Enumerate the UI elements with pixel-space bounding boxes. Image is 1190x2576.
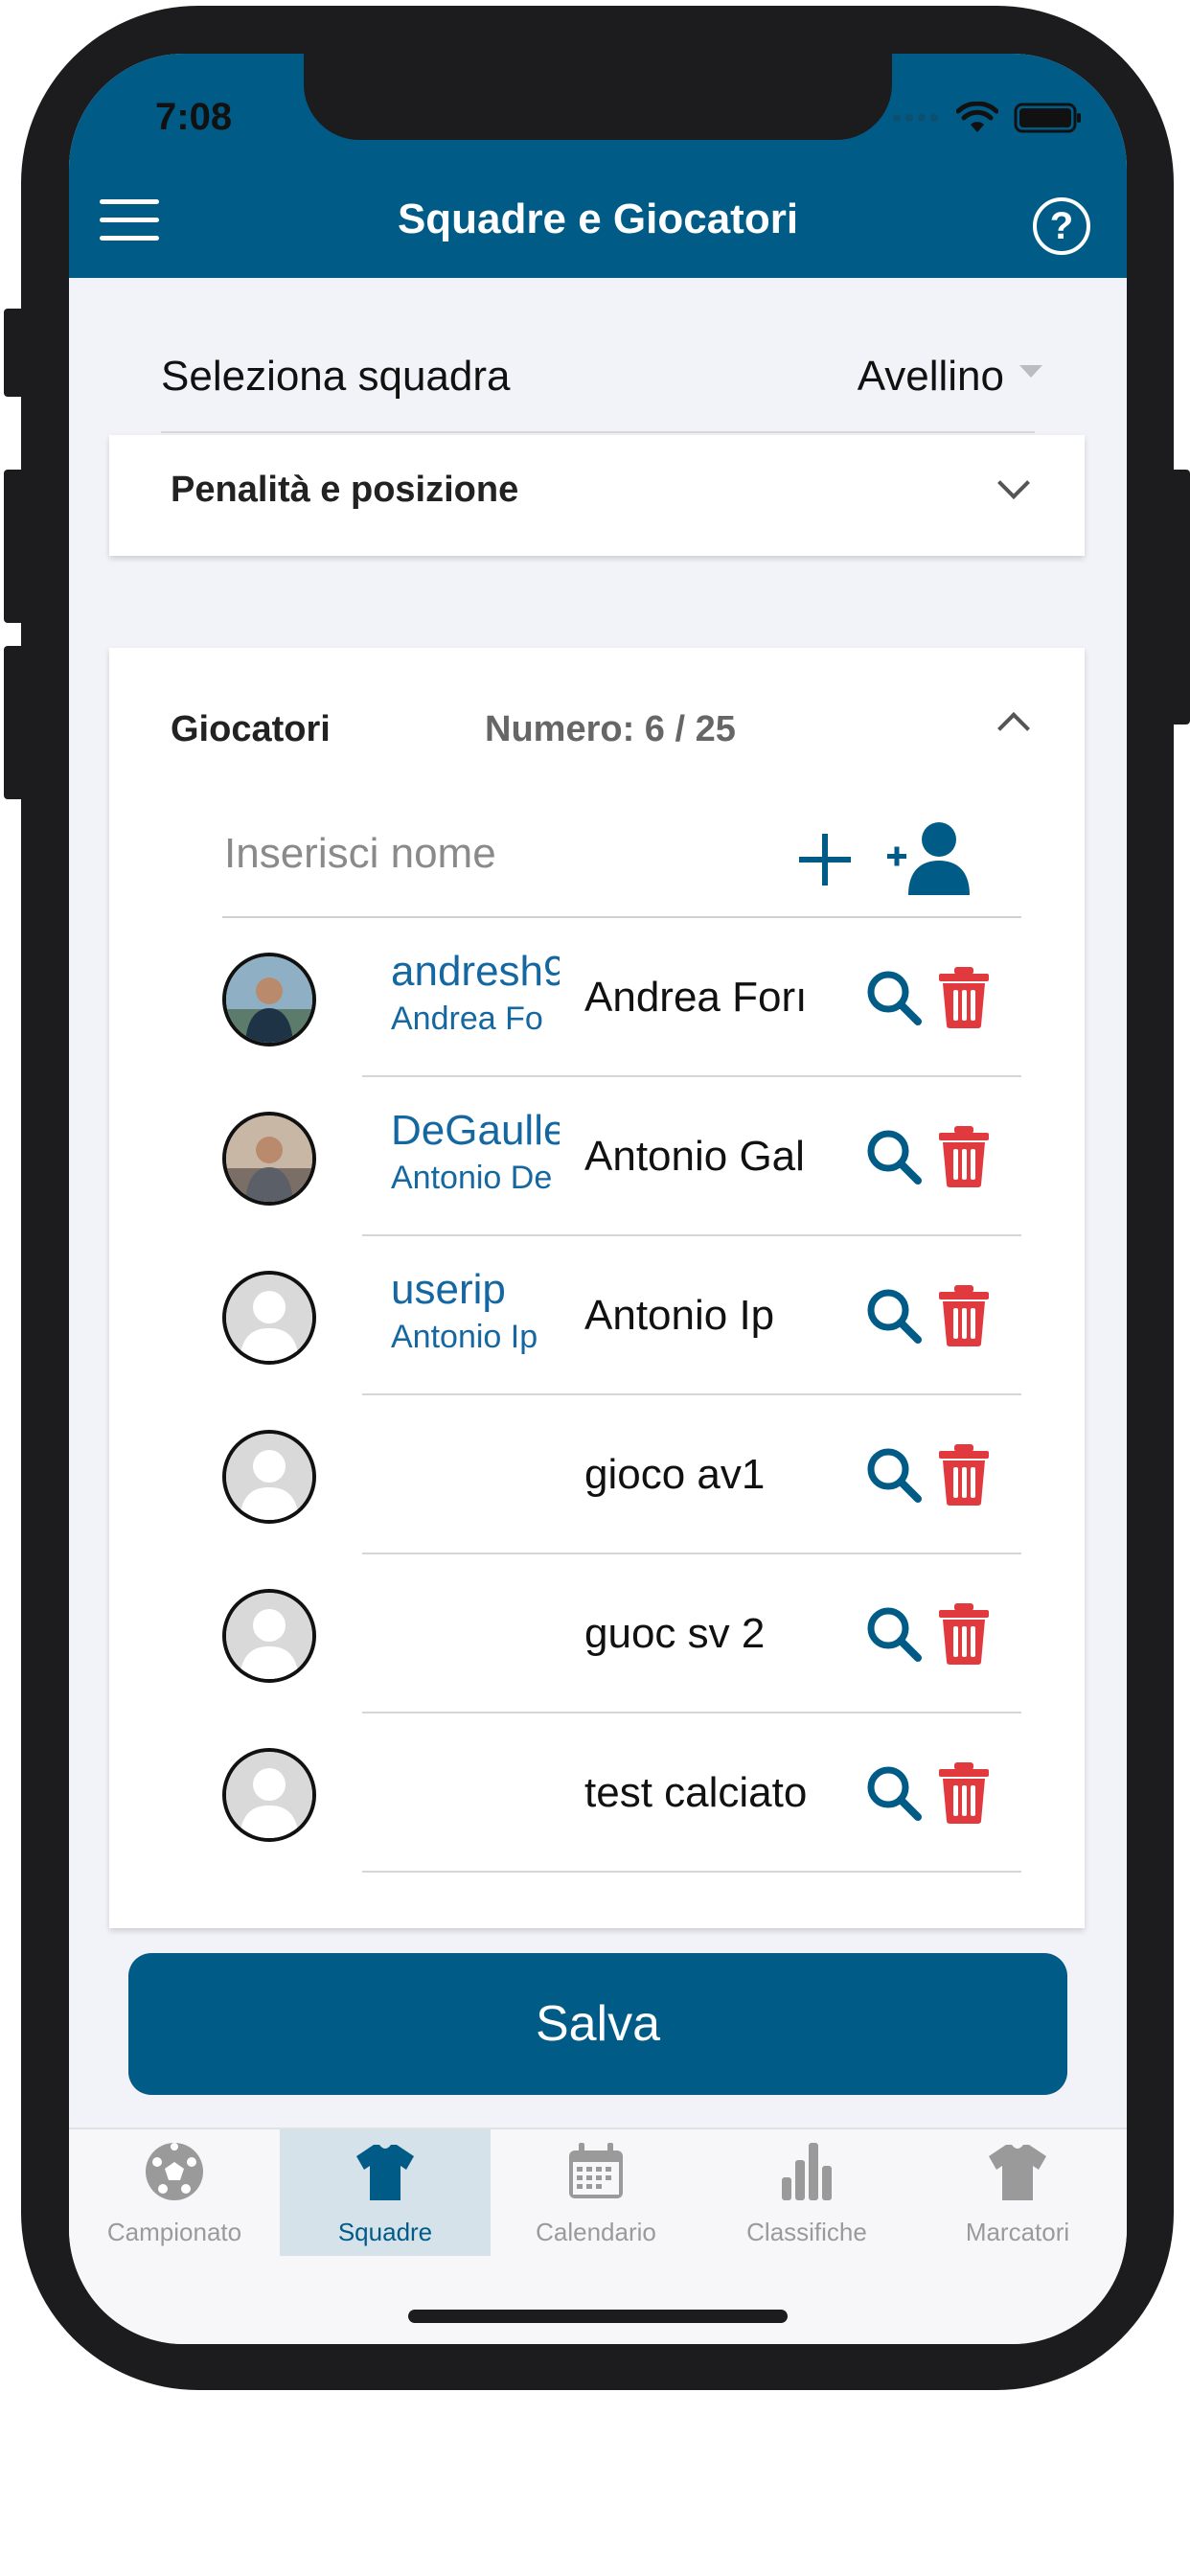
tab-classifiche[interactable]: Classifiche xyxy=(701,2129,912,2256)
tab-label: Calendario xyxy=(536,2218,656,2246)
player-row: test calciato xyxy=(109,1714,1085,1873)
add-user-icon[interactable] xyxy=(887,820,973,897)
avatar-placeholder-icon xyxy=(226,1752,312,1838)
trash-icon[interactable] xyxy=(937,966,991,1029)
player-row: DeGaulle Antonio De Antonio Gal xyxy=(109,1077,1085,1236)
bar-chart-icon xyxy=(782,2143,832,2200)
player-display-name: Antonio Ip xyxy=(584,1292,775,1339)
status-time: 7:08 xyxy=(155,96,233,138)
team-select-label: Seleziona squadra xyxy=(161,353,511,400)
player-display-name: gioco av1 xyxy=(584,1451,766,1498)
player-fullname: Antonio Ip xyxy=(391,1319,538,1355)
avatar xyxy=(222,1748,316,1842)
search-icon[interactable] xyxy=(864,1763,924,1823)
player-username: andresh9 xyxy=(391,948,560,995)
search-icon[interactable] xyxy=(864,1604,924,1664)
add-icon[interactable] xyxy=(797,832,853,887)
app-header: 7:08 Squadre e Giocatori ? xyxy=(69,54,1127,278)
power-button xyxy=(1169,470,1190,724)
tab-label: Squadre xyxy=(337,2218,433,2246)
penalty-accordion[interactable]: Penalità e posizione xyxy=(109,435,1085,556)
chevron-down-icon xyxy=(997,467,1030,499)
players-card: Giocatori Numero: 6 / 25 Inserisci nome … xyxy=(109,648,1085,1928)
team-select-value: Avellino xyxy=(857,353,1004,400)
tab-label: Campionato xyxy=(106,2218,242,2246)
chevron-up-icon[interactable] xyxy=(997,712,1030,745)
player-fullname: Andrea Fo xyxy=(391,1000,543,1037)
avatar xyxy=(222,1112,316,1206)
calendar-icon xyxy=(569,2143,623,2198)
player-row: gioco av1 xyxy=(109,1395,1085,1554)
page-title: Squadre e Giocatori xyxy=(397,196,799,242)
player-display-name: guoc sv 2 xyxy=(584,1610,766,1657)
avatar xyxy=(222,953,316,1046)
players-section-title: Giocatori xyxy=(171,709,331,749)
avatar xyxy=(222,1589,316,1683)
divider xyxy=(161,431,1035,433)
player-account[interactable]: userip Antonio Ip xyxy=(391,1265,560,1359)
trash-icon[interactable] xyxy=(937,1761,991,1825)
signal-icon xyxy=(893,114,938,122)
player-display-name: test calciato xyxy=(584,1769,807,1816)
player-fullname: Antonio De xyxy=(391,1160,553,1196)
screen: 7:08 Squadre e Giocatori ? Seleziona squ… xyxy=(69,54,1127,2344)
tab-campionato[interactable]: Campionato xyxy=(69,2129,280,2256)
penalty-accordion-title: Penalità e posizione xyxy=(171,470,519,510)
tab-calendario[interactable]: Calendario xyxy=(491,2129,701,2256)
battery-icon xyxy=(1014,103,1081,133)
player-display-name: Andrea Forı xyxy=(584,974,807,1021)
trash-icon[interactable] xyxy=(937,1125,991,1188)
avatar xyxy=(222,1271,316,1365)
avatar-placeholder-icon xyxy=(226,1434,312,1520)
trash-icon[interactable] xyxy=(937,1602,991,1666)
soccer-ball-icon xyxy=(146,2143,203,2200)
home-indicator xyxy=(408,2310,788,2323)
player-row: guoc sv 2 xyxy=(109,1554,1085,1714)
tab-squadre[interactable]: Squadre xyxy=(280,2129,491,2256)
help-icon[interactable]: ? xyxy=(1033,197,1090,255)
mute-switch xyxy=(4,309,25,397)
status-icons xyxy=(891,102,1083,134)
search-icon[interactable] xyxy=(864,1127,924,1186)
avatar xyxy=(222,1430,316,1524)
jersey-icon xyxy=(989,2145,1046,2200)
search-icon[interactable] xyxy=(864,1286,924,1346)
avatar-photo xyxy=(226,1116,312,1202)
wifi-icon xyxy=(956,102,998,132)
jersey-icon xyxy=(356,2145,414,2200)
trash-icon[interactable] xyxy=(937,1443,991,1506)
volume-up-button xyxy=(4,470,25,623)
player-display-name: Antonio Gal xyxy=(584,1133,805,1180)
search-icon[interactable] xyxy=(864,1445,924,1505)
trash-icon[interactable] xyxy=(937,1284,991,1347)
volume-down-button xyxy=(4,646,25,799)
player-account[interactable]: andresh9 Andrea Fo xyxy=(391,947,560,1041)
team-select-dropdown[interactable]: Avellino xyxy=(858,353,1042,401)
player-row: andresh9 Andrea Fo Andrea Forı xyxy=(109,918,1085,1077)
caret-down-icon xyxy=(1019,364,1042,378)
player-row: userip Antonio Ip Antonio Ip xyxy=(109,1236,1085,1395)
divider xyxy=(362,1871,1021,1873)
save-button[interactable]: Salva xyxy=(128,1953,1067,2095)
player-username: DeGaulle xyxy=(391,1107,560,1154)
player-username: userip xyxy=(391,1266,506,1313)
avatar-placeholder-icon xyxy=(226,1275,312,1361)
tab-label: Classifiche xyxy=(746,2218,867,2246)
player-name-input[interactable] xyxy=(222,824,763,884)
tab-marcatori[interactable]: Marcatori xyxy=(912,2129,1123,2256)
avatar-photo xyxy=(226,956,312,1043)
avatar-placeholder-icon xyxy=(226,1593,312,1679)
notch xyxy=(304,54,892,140)
search-icon[interactable] xyxy=(864,968,924,1027)
players-count: Numero: 6 / 25 xyxy=(485,709,736,749)
player-account[interactable]: DeGaulle Antonio De xyxy=(391,1106,560,1200)
tab-label: Marcatori xyxy=(965,2218,1070,2246)
